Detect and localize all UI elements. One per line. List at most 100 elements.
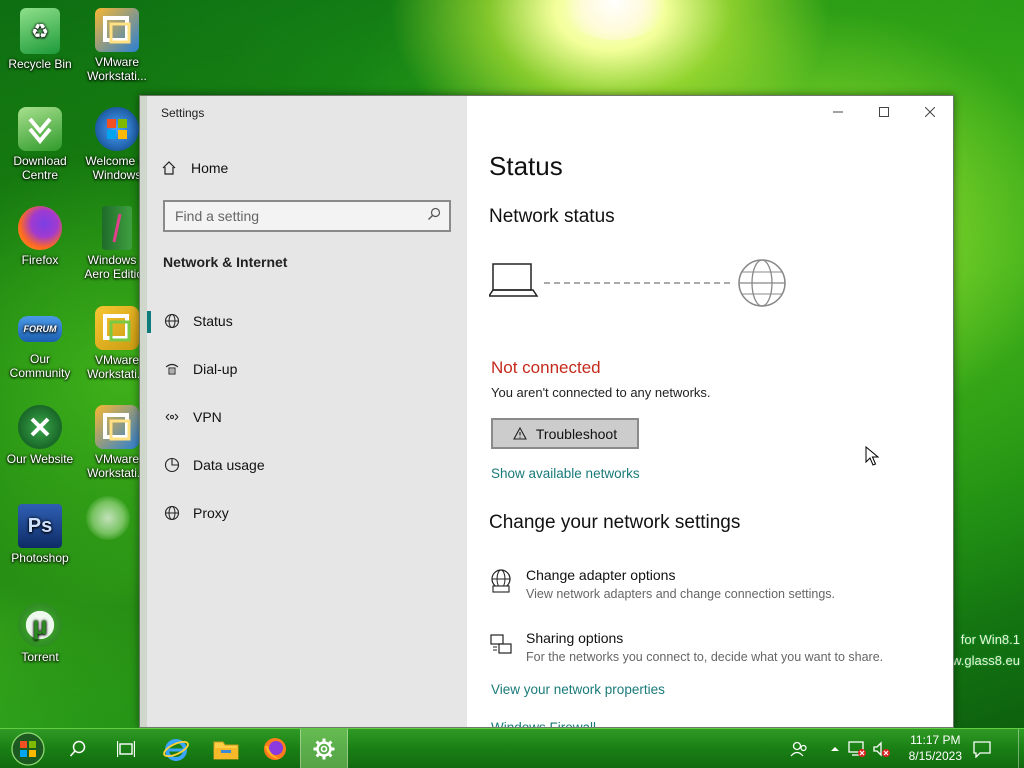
option-desc: For the networks you connect to, decide …: [526, 650, 884, 664]
search-input[interactable]: [175, 208, 427, 224]
vpn-icon: [164, 409, 180, 425]
taskbar-settings[interactable]: [300, 729, 348, 768]
windows-orb-icon: [11, 732, 45, 766]
taskbar-search-button[interactable]: [54, 729, 102, 768]
window-title: Settings: [161, 106, 205, 120]
window-left-border: [140, 96, 147, 727]
search-box[interactable]: [163, 200, 451, 232]
sidebar-item-vpn[interactable]: VPN: [147, 397, 467, 437]
show-available-networks-link[interactable]: Show available networks: [491, 466, 640, 481]
network-disconnected-icon[interactable]: [848, 740, 866, 758]
chevron-up-icon[interactable]: [830, 745, 840, 753]
desktop-icon-label: Download Centre: [13, 154, 67, 182]
troubleshoot-button[interactable]: Troubleshoot: [491, 418, 639, 449]
internet-explorer-icon: [163, 739, 189, 761]
warning-icon: [512, 427, 527, 440]
task-view-button[interactable]: [102, 729, 150, 768]
start-button[interactable]: [4, 729, 52, 768]
download-icon: [18, 107, 62, 151]
search-icon[interactable]: [427, 207, 441, 226]
settings-content: Status Network status Not connected You …: [489, 96, 953, 727]
book-icon: [102, 206, 132, 250]
sidebar-item-label: Proxy: [193, 505, 229, 521]
clock-time: 11:17 PM: [910, 733, 961, 747]
taskbar-file-explorer[interactable]: [202, 729, 250, 768]
sidebar-item-dial-up[interactable]: Dial-up: [147, 349, 467, 389]
desktop-icon-label: Photoshop: [11, 551, 69, 565]
windows-firewall-link[interactable]: Windows Firewall: [491, 720, 596, 727]
desktop-icon-torrent[interactable]: µ Torrent: [0, 603, 80, 664]
taskbar-internet-explorer[interactable]: [152, 729, 200, 768]
home-label: Home: [191, 160, 229, 176]
settings-sidebar: Settings Home Network & Internet Status: [140, 96, 467, 727]
taskbar-firefox[interactable]: [251, 729, 299, 768]
connection-status-title: Not connected: [491, 358, 601, 377]
change-adapter-options[interactable]: Change adapter options View network adap…: [489, 567, 929, 601]
sidebar-item-label: Status: [193, 313, 233, 329]
photoshop-icon: Ps: [18, 504, 62, 548]
forum-icon: FORUM: [18, 316, 62, 342]
sidebar-item-label: VPN: [193, 409, 222, 425]
action-center-button[interactable]: [958, 729, 1006, 768]
option-desc: View network adapters and change connect…: [526, 587, 835, 601]
notification-icon: [973, 741, 991, 758]
svg-text:♻: ♻: [31, 19, 49, 43]
firefox-icon: [18, 206, 62, 250]
option-title: Change adapter options: [526, 567, 676, 583]
windows-logo-icon: [95, 107, 139, 151]
desktop-icon-firefox[interactable]: Firefox: [0, 206, 80, 267]
recycle-bin-icon: ♻: [20, 8, 60, 54]
wallpaper-watermark-1: for Win8.1: [960, 632, 1020, 647]
folder-icon: [213, 741, 239, 760]
desktop-icon-recycle-bin[interactable]: ♻ Recycle Bin: [0, 8, 80, 71]
task-view-icon: [117, 741, 135, 757]
sidebar-item-label: Dial-up: [193, 361, 238, 377]
network-diagram: [489, 259, 786, 307]
option-title: Sharing options: [526, 630, 624, 646]
desktop-icon-our-community[interactable]: FORUM Our Community: [0, 306, 80, 380]
desktop-icon-download-centre[interactable]: Download Centre: [0, 107, 80, 182]
adapter-icon: [489, 567, 515, 601]
sharing-options[interactable]: Sharing options For the networks you con…: [489, 630, 929, 664]
search-icon: [69, 740, 86, 757]
sidebar-item-label: Data usage: [193, 457, 265, 473]
laptop-icon: [489, 263, 539, 297]
vmware-icon: [95, 8, 139, 52]
vmware-icon: [95, 405, 139, 449]
speaker-muted-icon[interactable]: [872, 740, 890, 758]
change-settings-heading: Change your network settings: [489, 512, 741, 533]
desktop-icon-label: VMware Workstati...: [87, 55, 147, 83]
website-icon: [18, 405, 62, 449]
sharing-icon: [489, 630, 515, 664]
taskbar-clock[interactable]: 11:17 PM 8/15/2023: [909, 732, 962, 764]
sidebar-item-data-usage[interactable]: Data usage: [147, 445, 467, 485]
view-network-properties-link[interactable]: View your network properties: [491, 682, 665, 697]
section-title: Network & Internet: [163, 254, 288, 270]
connection-status-desc: You aren't connected to any networks.: [491, 385, 711, 400]
home-icon: [161, 160, 177, 176]
vmware-icon: [95, 306, 139, 350]
desktop-icon-our-website[interactable]: Our Website: [0, 405, 80, 466]
sidebar-item-proxy[interactable]: Proxy: [147, 493, 467, 533]
globe-network-icon: [164, 313, 180, 329]
dialup-icon: [164, 361, 180, 377]
page-title: Status: [489, 151, 563, 181]
clock-date: 8/15/2023: [908, 749, 962, 763]
network-status-heading: Network status: [489, 206, 615, 227]
torrent-icon: µ: [18, 603, 62, 647]
wallpaper-watermark-2: w.glass8.eu: [952, 653, 1020, 668]
desktop-icon-photoshop[interactable]: Ps Photoshop: [0, 504, 80, 565]
people-icon[interactable]: [790, 740, 808, 758]
taskbar: 11:17 PM 8/15/2023: [0, 728, 1024, 768]
settings-window: Settings Home Network & Internet Status: [139, 95, 954, 728]
internet-globe-icon: [738, 259, 786, 307]
home-nav-item[interactable]: Home: [161, 160, 228, 176]
firefox-icon: [264, 738, 286, 760]
mouse-cursor-icon: [865, 446, 879, 466]
desktop-icon-label: Recycle Bin: [8, 57, 72, 71]
desktop-icon-label: Torrent: [21, 650, 59, 664]
sidebar-item-status[interactable]: Status: [147, 301, 467, 341]
desktop-icon-vmware-1[interactable]: VMware Workstati...: [77, 8, 157, 83]
wallpaper-sun-glow: [560, 0, 670, 40]
show-desktop-button[interactable]: [1018, 729, 1024, 768]
